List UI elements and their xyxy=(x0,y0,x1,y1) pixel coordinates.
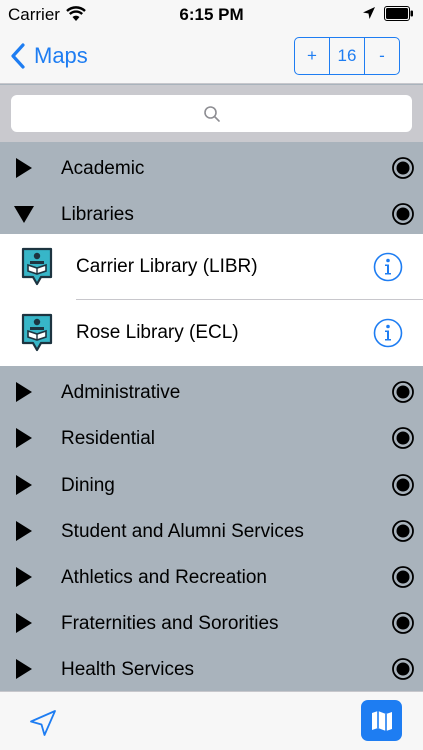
location-arrow-icon[interactable] xyxy=(29,709,57,737)
disclosure-triangle-icon[interactable] xyxy=(14,381,34,403)
radio-selected-icon[interactable] xyxy=(392,658,414,680)
disclosure-triangle-icon[interactable] xyxy=(14,427,34,449)
library-list: Carrier Library (LIBR) Rose Library (ECL… xyxy=(0,234,423,366)
zoom-out-button[interactable]: - xyxy=(365,38,399,74)
library-label: Rose Library (ECL) xyxy=(76,322,239,343)
back-button-label: Maps xyxy=(34,43,88,68)
library-pin-icon xyxy=(21,313,53,352)
status-time: 6:15 PM xyxy=(179,5,244,24)
radio-selected-icon[interactable] xyxy=(392,520,414,542)
zoom-level: 16 xyxy=(329,38,365,74)
zoom-in-button[interactable]: + xyxy=(295,38,329,74)
category-row-fraternities-sororities[interactable]: Fraternities and Sororities xyxy=(0,600,423,646)
bottom-toolbar xyxy=(0,691,423,750)
category-row-residential[interactable]: Residential xyxy=(0,415,423,461)
category-label: Student and Alumni Services xyxy=(61,521,304,542)
category-row-athletics-recreation[interactable]: Athletics and Recreation xyxy=(0,554,423,600)
map-view-button[interactable] xyxy=(361,700,402,741)
disclosure-triangle-icon[interactable] xyxy=(14,520,34,542)
disclosure-triangle-icon[interactable] xyxy=(14,658,34,680)
radio-selected-icon[interactable] xyxy=(392,474,414,496)
category-label: Residential xyxy=(61,428,155,449)
category-label: Academic xyxy=(61,158,145,179)
category-label: Athletics and Recreation xyxy=(61,567,267,588)
list-item-rose-library[interactable]: Rose Library (ECL) xyxy=(0,300,423,366)
disclosure-triangle-icon[interactable] xyxy=(14,566,34,588)
radio-selected-icon[interactable] xyxy=(392,157,414,179)
search-bar xyxy=(0,85,423,142)
battery-icon xyxy=(384,6,413,21)
category-row-academic[interactable]: Academic xyxy=(0,145,423,191)
list-item-carrier-library[interactable]: Carrier Library (LIBR) xyxy=(0,234,423,300)
navigation-bar: Maps + 16 - xyxy=(0,28,423,84)
radio-selected-icon[interactable] xyxy=(392,566,414,588)
category-row-libraries[interactable]: Libraries xyxy=(0,191,423,237)
library-pin-icon xyxy=(21,247,53,286)
category-row-dining[interactable]: Dining xyxy=(0,462,423,508)
category-label: Libraries xyxy=(61,204,134,225)
radio-selected-icon[interactable] xyxy=(392,381,414,403)
radio-selected-icon[interactable] xyxy=(392,427,414,449)
disclosure-triangle-icon[interactable] xyxy=(14,157,34,179)
category-row-administrative[interactable]: Administrative xyxy=(0,369,423,415)
location-arrow-icon xyxy=(363,7,375,19)
library-label: Carrier Library (LIBR) xyxy=(76,256,258,277)
zoom-control: + 16 - xyxy=(294,37,400,75)
chevron-left-icon xyxy=(11,43,25,69)
category-label: Fraternities and Sororities xyxy=(61,613,279,634)
search-field[interactable] xyxy=(11,95,412,132)
category-row-student-alumni-services[interactable]: Student and Alumni Services xyxy=(0,508,423,554)
search-input[interactable] xyxy=(11,95,412,132)
disclosure-triangle-icon[interactable] xyxy=(14,612,34,634)
disclosure-triangle-expanded-icon[interactable] xyxy=(14,203,34,225)
category-label: Dining xyxy=(61,475,115,496)
info-icon[interactable] xyxy=(373,252,403,282)
status-bar: Carrier 6:15 PM xyxy=(0,0,423,28)
category-label: Health Services xyxy=(61,659,195,680)
disclosure-triangle-icon[interactable] xyxy=(14,474,34,496)
radio-selected-icon[interactable] xyxy=(392,612,414,634)
back-button[interactable]: Maps xyxy=(10,40,88,72)
map-icon xyxy=(371,710,392,731)
info-icon[interactable] xyxy=(373,318,403,348)
category-row-health-services[interactable]: Health Services xyxy=(0,646,423,692)
category-label: Administrative xyxy=(61,382,181,403)
radio-selected-icon[interactable] xyxy=(392,203,414,225)
